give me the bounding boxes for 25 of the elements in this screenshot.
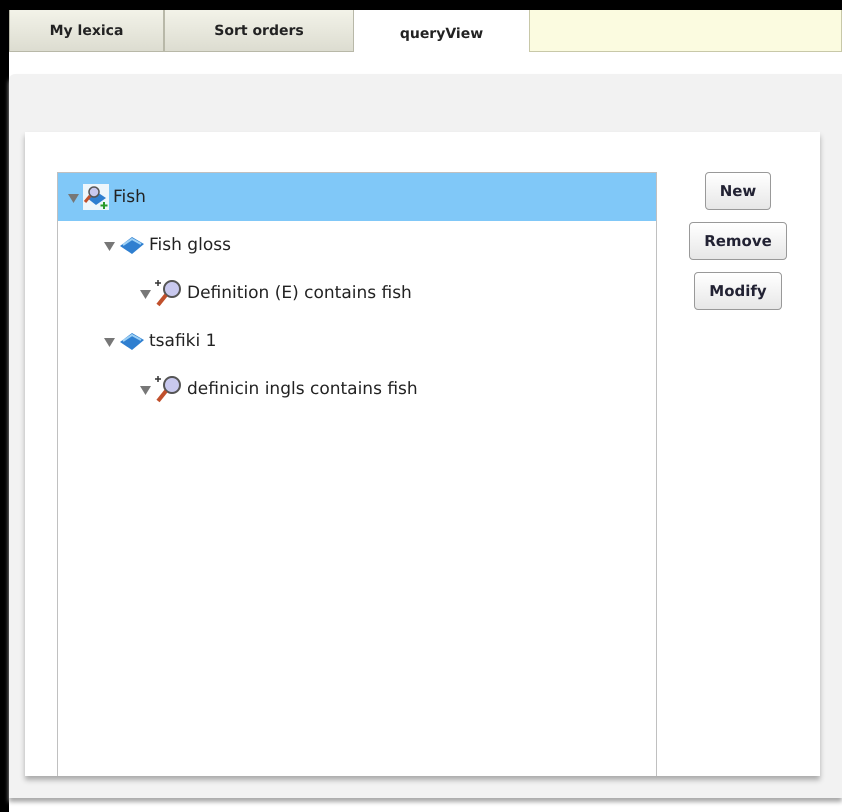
magnifier-icon [155, 374, 183, 404]
node-label: definicin ingls contains fish [187, 379, 418, 399]
collapse-triangle-icon[interactable] [140, 384, 151, 394]
tab[interactable]: Sort orders [164, 10, 354, 52]
node-label: tsafiki 1 [149, 331, 216, 351]
action-button[interactable]: New [704, 172, 772, 210]
book-icon [119, 234, 145, 256]
collapse-triangle-icon[interactable] [104, 240, 115, 250]
tree-row[interactable]: tsafiki 1 [94, 317, 656, 365]
tab[interactable]: My lexica [9, 10, 164, 52]
action-button[interactable]: Modify [694, 272, 782, 310]
collapse-triangle-icon[interactable] [68, 192, 79, 202]
node-label: Definition (E) contains fish [187, 283, 412, 303]
magnifier-icon [155, 278, 183, 308]
collapse-triangle-icon[interactable] [140, 288, 151, 298]
collapse-triangle-icon[interactable] [104, 336, 115, 346]
node-label: Fish [113, 187, 146, 207]
tree-row[interactable]: Fish [58, 173, 656, 221]
node-label: Fish gloss [149, 235, 231, 255]
search-book-icon [83, 184, 109, 210]
tree-row[interactable]: Fish gloss [94, 221, 656, 269]
tree-row[interactable]: Definition (E) contains fish [130, 269, 656, 317]
tree-row[interactable]: definicin ingls contains fish [130, 365, 656, 413]
action-button[interactable]: Remove [689, 222, 787, 260]
book-icon [119, 330, 145, 352]
